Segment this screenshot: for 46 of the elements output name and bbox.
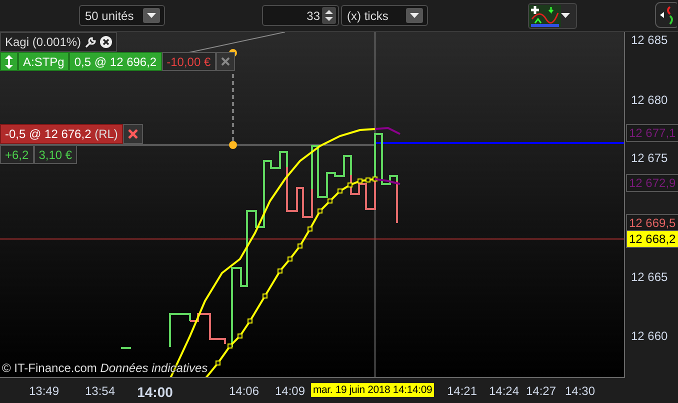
position-label: -0,5 @ 12 676,2 (RL) xyxy=(0,124,123,144)
time-tick-label: 14:27 xyxy=(526,384,556,398)
chart-indicator-icon xyxy=(529,4,561,26)
order-pnl: -10,00 € xyxy=(162,52,216,71)
position-points: +6,2 xyxy=(0,145,34,164)
wrench-icon[interactable] xyxy=(84,36,98,48)
indicator-menu-button[interactable] xyxy=(528,2,577,28)
time-tick-label: 14:06 xyxy=(228,384,260,398)
copyright-text: © IT-Finance.com xyxy=(2,361,97,375)
order-position: 0,5 @ 12 696,2 xyxy=(69,52,162,71)
price-tick-label: 12 675 xyxy=(631,151,668,165)
caret-icon xyxy=(561,13,570,18)
move-order-button[interactable] xyxy=(0,52,18,71)
close-position-button[interactable] xyxy=(122,124,143,144)
quantity-select[interactable]: 50 unités xyxy=(79,5,165,26)
price-tick-label: 12 680 xyxy=(631,93,668,107)
time-tick-label: 14:21 xyxy=(446,384,478,398)
price-tick-label: 12 685 xyxy=(631,33,668,47)
price-marker: 12 677,1 xyxy=(626,124,678,142)
spinner-arrows-icon[interactable] xyxy=(322,7,336,24)
indicator-label: Kagi (0.001%) xyxy=(5,35,82,49)
unit-select[interactable]: (x) ticks xyxy=(341,5,428,26)
price-tick-label: 12 660 xyxy=(631,329,668,343)
indicator-tag[interactable]: Kagi (0.001%) xyxy=(0,32,118,52)
time-tick-label: 13:54 xyxy=(84,384,116,398)
time-tick-label: 14:24 xyxy=(488,384,520,398)
time-tick-label: 14:30 xyxy=(564,384,596,398)
position-pnl: 3,10 € xyxy=(34,145,78,164)
time-tick-label: 14:09 xyxy=(274,384,306,398)
price-marker: 12 668,2 xyxy=(626,230,678,248)
cancel-order-button[interactable] xyxy=(216,52,235,71)
price-marker: 12 672,9 xyxy=(626,174,678,192)
flip-arrows-icon[interactable] xyxy=(655,2,677,28)
price-tick-label: 12 665 xyxy=(631,270,668,284)
time-tick-label: 14:00 xyxy=(137,384,173,400)
caret-icon xyxy=(410,13,419,18)
interval-spinner[interactable]: 33 xyxy=(262,5,339,26)
close-icon xyxy=(220,57,230,66)
close-icon[interactable] xyxy=(100,36,112,48)
arrows-icon xyxy=(5,54,13,68)
time-tick-label: 13:49 xyxy=(28,384,60,398)
position-type: (RL) xyxy=(94,127,118,141)
caret-icon xyxy=(147,13,156,18)
cursor-time-label: mar. 19 juin 2018 14:14:09 xyxy=(311,383,434,397)
close-icon xyxy=(128,129,138,139)
order-name: A:STPg xyxy=(18,52,70,71)
